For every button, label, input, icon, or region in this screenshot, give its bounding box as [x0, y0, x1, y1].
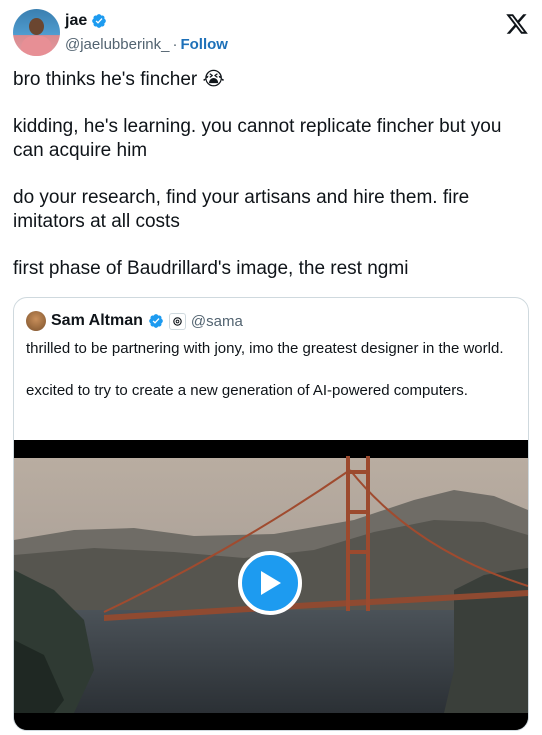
- follow-button[interactable]: Follow: [180, 36, 228, 53]
- quoted-tweet-header: Sam Altman @sama: [26, 311, 243, 331]
- tweet-paragraph: do your research, find your artisans and…: [13, 187, 470, 232]
- avatar-shirt: [21, 36, 52, 56]
- tweet-body: bro thinks he's fincher 😭 kidding, he's …: [13, 67, 533, 304]
- verified-badge-icon: [92, 14, 107, 28]
- quoted-author-name[interactable]: Sam Altman: [51, 312, 143, 330]
- verified-badge-icon: [149, 314, 163, 328]
- author-handle-row: @jaelubberink_ · Follow: [65, 36, 228, 53]
- quoted-author-avatar[interactable]: [26, 311, 46, 331]
- play-button[interactable]: [238, 551, 302, 615]
- author-handle[interactable]: @jaelubberink_: [65, 36, 169, 53]
- author-name[interactable]: jae: [65, 12, 87, 30]
- quoted-paragraph: thrilled to be partnering with jony, imo…: [26, 340, 504, 357]
- avatar-head: [29, 18, 44, 35]
- x-logo-icon[interactable]: [505, 12, 529, 36]
- quoted-author-handle[interactable]: @sama: [191, 313, 243, 330]
- quoted-tweet-body: thrilled to be partnering with jony, imo…: [26, 338, 506, 422]
- handle-separator: ·: [172, 36, 178, 53]
- tweet-header: jae @jaelubberink_ · Follow: [13, 9, 529, 59]
- quoted-paragraph: excited to try to create a new generatio…: [26, 382, 468, 399]
- author-name-row: jae: [65, 12, 107, 30]
- tweet-text-1: bro thinks he's fincher: [13, 69, 198, 90]
- video-player[interactable]: [14, 440, 528, 730]
- author-avatar[interactable]: [13, 9, 60, 56]
- play-icon: [261, 571, 281, 595]
- tweet-paragraph: bro thinks he's fincher 😭: [13, 67, 533, 92]
- crying-face-emoji: 😭: [202, 68, 225, 90]
- tweet-paragraph: kidding, he's learning. you cannot repli…: [13, 116, 502, 161]
- openai-icon: [168, 312, 186, 330]
- tweet-paragraph: first phase of Baudrillard's image, the …: [13, 258, 409, 279]
- quoted-tweet[interactable]: Sam Altman @sama thrilled to be partneri…: [13, 297, 529, 731]
